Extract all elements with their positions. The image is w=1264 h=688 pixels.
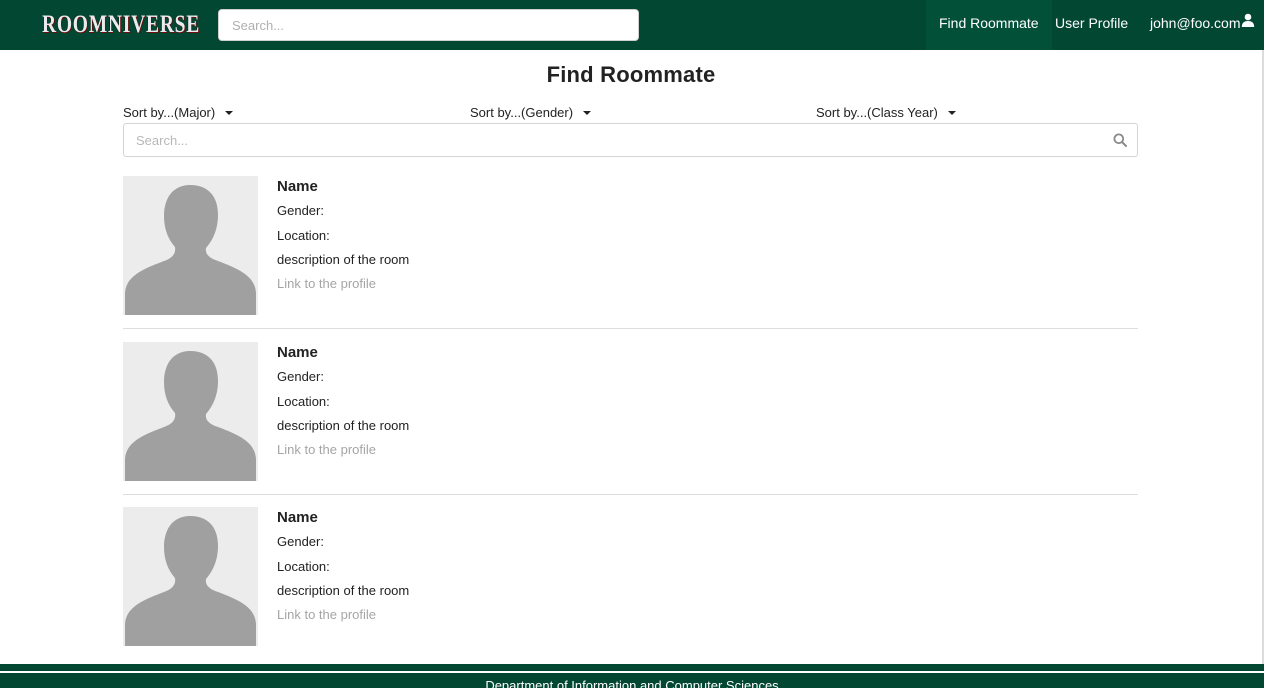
profile-room-description: description of the room <box>277 418 410 433</box>
sort-major-label: Sort by...(Major) <box>123 105 216 120</box>
card-divider <box>123 494 1138 495</box>
profile-card: Name Gender: Location: description of th… <box>123 176 1138 329</box>
caret-down-icon <box>225 110 234 115</box>
profile-room-description: description of the room <box>277 252 410 267</box>
profile-name: Name <box>277 178 318 195</box>
nav-find-roommate-link[interactable]: Find Roommate <box>926 0 1052 50</box>
profile-link[interactable]: Link to the profile <box>277 607 376 622</box>
sort-gender-dropdown[interactable]: Sort by...(Gender) <box>470 105 592 120</box>
user-icon <box>1241 0 1255 45</box>
card-divider <box>123 328 1138 329</box>
caret-down-icon <box>583 110 592 115</box>
navbar-search-input[interactable] <box>218 9 639 41</box>
roommate-search-box <box>123 123 1138 157</box>
profile-gender: Gender: <box>277 369 324 384</box>
brand-logo[interactable]: ROOMNIVERSE <box>42 9 199 41</box>
profile-card: Name Gender: Location: description of th… <box>123 342 1138 495</box>
profile-name: Name <box>277 344 318 361</box>
top-navbar: ROOMNIVERSE Find Roommate User Profile j… <box>0 0 1264 50</box>
sort-major-dropdown[interactable]: Sort by...(Major) <box>123 105 234 120</box>
sort-gender-label: Sort by...(Gender) <box>470 105 574 120</box>
profile-location: Location: <box>277 394 330 409</box>
nav-user-profile-link[interactable]: User Profile <box>1042 0 1141 50</box>
profile-gender: Gender: <box>277 534 324 549</box>
user-email: john@foo.com <box>1150 15 1241 31</box>
page-title: Find Roommate <box>546 62 716 87</box>
avatar-placeholder-icon <box>123 507 258 646</box>
profile-location: Location: <box>277 228 330 243</box>
footer-stripe <box>0 671 1264 673</box>
search-icon[interactable] <box>1113 133 1127 152</box>
profile-gender: Gender: <box>277 203 324 218</box>
footer-department-text: Department of Information and Computer S… <box>485 678 779 688</box>
caret-down-icon <box>947 110 956 115</box>
roommate-search-input[interactable] <box>124 124 1084 156</box>
profile-link[interactable]: Link to the profile <box>277 276 376 291</box>
sort-class-year-dropdown[interactable]: Sort by...(Class Year) <box>816 105 956 120</box>
page-footer: Department of Information and Computer S… <box>0 664 1264 688</box>
avatar-placeholder-icon <box>123 176 258 315</box>
sort-class-year-label: Sort by...(Class Year) <box>816 105 938 120</box>
avatar-placeholder-icon <box>123 342 258 481</box>
profile-card: Name Gender: Location: description of th… <box>123 507 1138 659</box>
profile-location: Location: <box>277 559 330 574</box>
nav-user-menu[interactable]: john@foo.com <box>1136 0 1264 50</box>
profile-link[interactable]: Link to the profile <box>277 442 376 457</box>
profile-name: Name <box>277 509 318 526</box>
profile-room-description: description of the room <box>277 583 410 598</box>
